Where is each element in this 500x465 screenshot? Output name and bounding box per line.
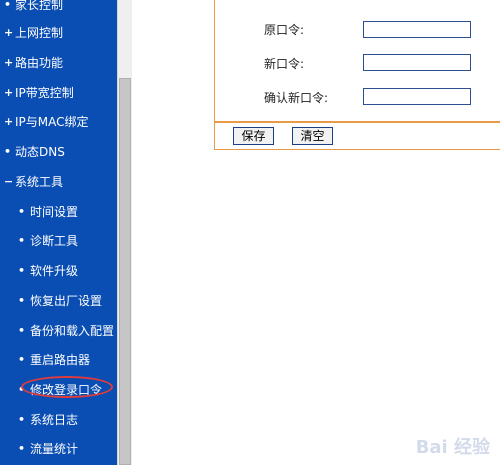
watermark-logo: Bai 经验 bbox=[415, 437, 490, 458]
new-password-input[interactable] bbox=[363, 54, 471, 71]
expand-icon: + bbox=[4, 86, 14, 99]
sidebar-item-label: IP带宽控制 bbox=[15, 86, 74, 100]
sidebar-item-label: 系统日志 bbox=[30, 413, 79, 427]
sidebar-item-label: 诊断工具 bbox=[30, 234, 79, 248]
bullet-icon: • bbox=[18, 264, 26, 277]
sidebar-item-label: 动态DNS bbox=[15, 145, 65, 159]
bullet-icon: • bbox=[4, 145, 12, 158]
bullet-icon: • bbox=[18, 324, 26, 337]
expand-icon: + bbox=[4, 56, 14, 69]
sidebar-item-system-log[interactable]: • 系统日志 bbox=[0, 407, 117, 433]
sidebar-item-change-password[interactable]: • 修改登录口令 bbox=[0, 377, 117, 403]
new-password-label: 新口令: bbox=[264, 57, 305, 71]
expand-icon: + bbox=[4, 26, 14, 39]
sidebar-item-traffic-stats[interactable]: • 流量统计 bbox=[0, 436, 117, 462]
bullet-icon: • bbox=[18, 383, 26, 396]
sidebar-item-ip-mac-binding[interactable]: + IP与MAC绑定 bbox=[0, 109, 117, 135]
sidebar-item-label: 时间设置 bbox=[30, 205, 79, 219]
sidebar-item-parental-control[interactable]: • 家长控制 bbox=[0, 0, 117, 18]
clear-button[interactable]: 清空 bbox=[292, 127, 333, 145]
sidebar-item-internet-control[interactable]: + 上网控制 bbox=[0, 20, 117, 46]
sidebar-item-ddns[interactable]: • 动态DNS bbox=[0, 139, 117, 165]
sidebar-item-ip-bandwidth[interactable]: + IP带宽控制 bbox=[0, 80, 117, 106]
sidebar-item-label: IP与MAC绑定 bbox=[15, 115, 89, 129]
bullet-icon: • bbox=[18, 442, 26, 455]
sidebar-item-label: 家长控制 bbox=[15, 0, 64, 12]
expand-icon: + bbox=[4, 115, 14, 128]
confirm-password-input[interactable] bbox=[363, 88, 471, 105]
sidebar-item-label: 修改登录口令 bbox=[30, 383, 103, 397]
bullet-icon: • bbox=[18, 413, 26, 426]
sidebar-item-system-tools[interactable]: − 系统工具 bbox=[0, 169, 117, 195]
bullet-icon: • bbox=[18, 234, 26, 247]
sidebar-item-routing[interactable]: + 路由功能 bbox=[0, 50, 117, 76]
collapse-icon: − bbox=[4, 175, 14, 188]
bullet-icon: • bbox=[18, 353, 26, 366]
sidebar-item-label: 备份和载入配置 bbox=[30, 324, 115, 338]
sidebar-nav: • 家长控制 + 上网控制 + 路由功能 + IP带宽控制 + IP与MAC绑定… bbox=[0, 0, 117, 465]
sidebar-item-reboot[interactable]: • 重启路由器 bbox=[0, 347, 117, 373]
sidebar-item-backup-restore[interactable]: • 备份和载入配置 bbox=[0, 318, 117, 344]
sidebar-item-diagnostics[interactable]: • 诊断工具 bbox=[0, 228, 117, 254]
confirm-password-label: 确认新口令: bbox=[264, 91, 329, 105]
sidebar-item-label: 重启路由器 bbox=[30, 353, 91, 367]
save-button[interactable]: 保存 bbox=[233, 127, 274, 145]
bullet-icon: • bbox=[18, 205, 26, 218]
sidebar-item-factory-reset[interactable]: • 恢复出厂设置 bbox=[0, 288, 117, 314]
sidebar-item-label: 软件升级 bbox=[30, 264, 79, 278]
bullet-icon: • bbox=[4, 0, 12, 11]
sidebar-item-label: 上网控制 bbox=[15, 26, 64, 40]
sidebar-item-label: 流量统计 bbox=[30, 442, 79, 456]
sidebar-item-time-settings[interactable]: • 时间设置 bbox=[0, 199, 117, 225]
scrollbar-thumb[interactable] bbox=[119, 78, 131, 465]
bullet-icon: • bbox=[18, 294, 26, 307]
sidebar-item-label: 系统工具 bbox=[15, 175, 64, 189]
sidebar-item-label: 恢复出厂设置 bbox=[30, 294, 103, 308]
sidebar-item-firmware-upgrade[interactable]: • 软件升级 bbox=[0, 258, 117, 284]
old-password-input[interactable] bbox=[363, 21, 471, 38]
old-password-label: 原口令: bbox=[264, 23, 305, 37]
sidebar-item-label: 路由功能 bbox=[15, 56, 64, 70]
